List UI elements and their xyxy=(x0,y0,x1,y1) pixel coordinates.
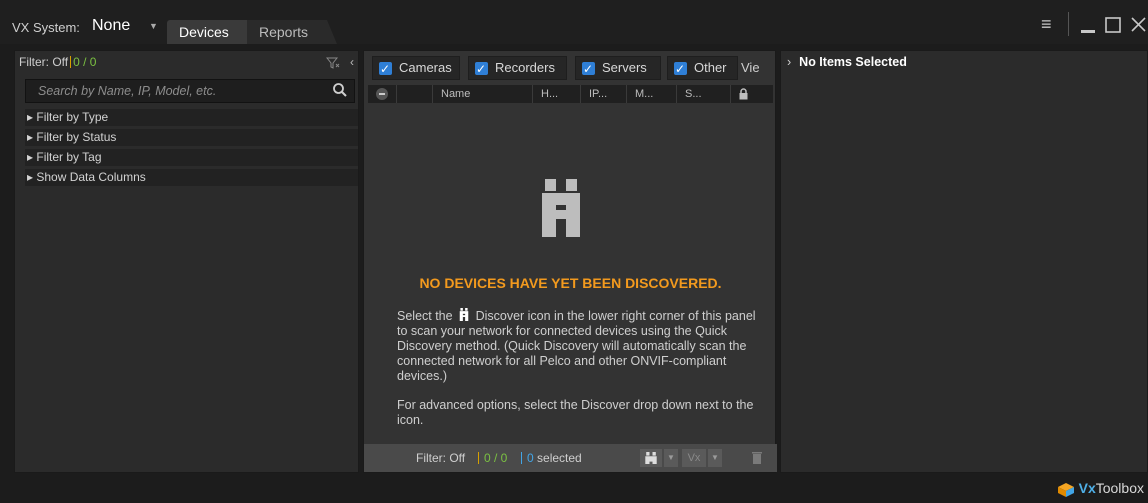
tab-reports[interactable]: Reports xyxy=(247,20,337,44)
minimize-icon[interactable] xyxy=(1080,16,1096,38)
vxtoolbox-logo-icon xyxy=(1057,482,1075,501)
selected-label: selected xyxy=(537,451,582,465)
vx-system-label: VX System: xyxy=(12,20,80,35)
brand-suffix: Toolbox xyxy=(1095,480,1144,496)
other-checkbox[interactable]: Other xyxy=(667,56,738,80)
app-brand: VxToolbox xyxy=(1057,480,1144,500)
filter-by-status-section[interactable]: ▸ Filter by Status xyxy=(25,129,358,146)
trash-icon[interactable] xyxy=(750,449,768,467)
search-icon[interactable] xyxy=(332,82,348,98)
lock-icon xyxy=(738,88,749,106)
collapse-panel-icon[interactable]: ‹ xyxy=(350,55,354,69)
chevron-right-icon[interactable]: › xyxy=(787,55,791,69)
cameras-checkbox[interactable]: Cameras xyxy=(372,56,460,80)
column-header-name[interactable]: Name xyxy=(432,85,532,103)
devices-panel: Cameras Recorders Servers Other Vie Name… xyxy=(363,50,777,473)
hamburger-menu-icon[interactable]: ≡ xyxy=(1041,14,1052,34)
vx-system-selector[interactable]: None xyxy=(92,17,130,35)
close-icon[interactable] xyxy=(1130,16,1146,38)
checkbox-label: Recorders xyxy=(495,60,555,75)
checkbox-checked-icon xyxy=(582,58,595,80)
empty-state-instructions: Select the Discover icon in the lower ri… xyxy=(397,308,757,384)
checkbox-label: Cameras xyxy=(399,60,452,75)
column-header-model[interactable]: M... xyxy=(626,85,676,103)
filter-count: 0 / 0 xyxy=(484,451,508,465)
details-panel: › No Items Selected xyxy=(780,50,1148,473)
column-header-lock[interactable] xyxy=(730,85,773,103)
filter-panel: Filter: Off 0 / 0 ‹ ▸ Filter by Type ▸ Fi… xyxy=(14,50,359,473)
checkbox-label: Other xyxy=(694,60,727,75)
vx-add-button[interactable]: Vx xyxy=(682,449,706,467)
checkbox-checked-icon xyxy=(379,58,392,80)
divider xyxy=(1068,12,1069,36)
details-title-text: No Items Selected xyxy=(799,55,907,69)
devices-status-bar: Filter: Off 0 / 0 0 selected ▼ Vx ▼ xyxy=(364,444,777,472)
selected-number: 0 xyxy=(527,451,534,465)
column-header-status[interactable]: S... xyxy=(676,85,730,103)
selected-count: 0 selected xyxy=(527,444,582,472)
recorders-checkbox[interactable]: Recorders xyxy=(468,56,567,80)
device-table-header: Name H... IP... M... S... xyxy=(368,85,773,103)
vx-add-dropdown-icon[interactable]: ▼ xyxy=(708,449,722,467)
filter-status: Filter: Off 0 / 0 xyxy=(19,55,96,69)
search-box xyxy=(25,79,355,103)
column-header-ip[interactable]: IP... xyxy=(580,85,626,103)
discover-button[interactable] xyxy=(640,449,662,467)
maximize-icon[interactable] xyxy=(1104,16,1122,38)
empty-state-title: NO DEVICES HAVE YET BEEN DISCOVERED. xyxy=(419,275,722,291)
binoculars-icon xyxy=(459,308,469,321)
filter-by-type-section[interactable]: ▸ Filter by Type xyxy=(25,109,358,126)
discover-dropdown-icon[interactable]: ▼ xyxy=(664,449,678,467)
filter-label: Filter: Off xyxy=(416,451,466,465)
checkbox-label: Servers xyxy=(602,60,647,75)
details-title: › No Items Selected xyxy=(787,55,907,69)
show-data-columns-section[interactable]: ▸ Show Data Columns xyxy=(25,169,358,186)
binoculars-icon xyxy=(542,179,580,237)
column-header-hostname[interactable]: H... xyxy=(532,85,580,103)
tab-devices[interactable]: Devices xyxy=(167,20,257,44)
advanced-options-text: For advanced options, select the Discove… xyxy=(397,398,754,427)
filter-by-tag-section[interactable]: ▸ Filter by Tag xyxy=(25,149,358,166)
divider xyxy=(70,56,72,68)
chevron-down-icon[interactable]: ▼ xyxy=(149,21,158,31)
view-menu[interactable]: Vie xyxy=(741,56,760,80)
checkbox-checked-icon xyxy=(475,58,488,80)
divider xyxy=(478,452,479,464)
divider xyxy=(521,452,522,464)
column-header-empty xyxy=(396,85,432,103)
clear-filter-icon[interactable] xyxy=(325,57,340,72)
title-bar: VX System: None ▼ Devices Reports ≡ xyxy=(0,0,1148,44)
search-input[interactable] xyxy=(26,80,316,102)
instruction-text: Select the xyxy=(397,309,453,323)
checkbox-checked-icon xyxy=(674,58,687,80)
deselect-all-icon[interactable] xyxy=(376,88,388,100)
brand-prefix: Vx xyxy=(1078,480,1096,496)
filter-count: 0 / 0 xyxy=(73,55,97,69)
filter-label: Filter: Off xyxy=(19,55,69,69)
servers-checkbox[interactable]: Servers xyxy=(575,56,661,80)
